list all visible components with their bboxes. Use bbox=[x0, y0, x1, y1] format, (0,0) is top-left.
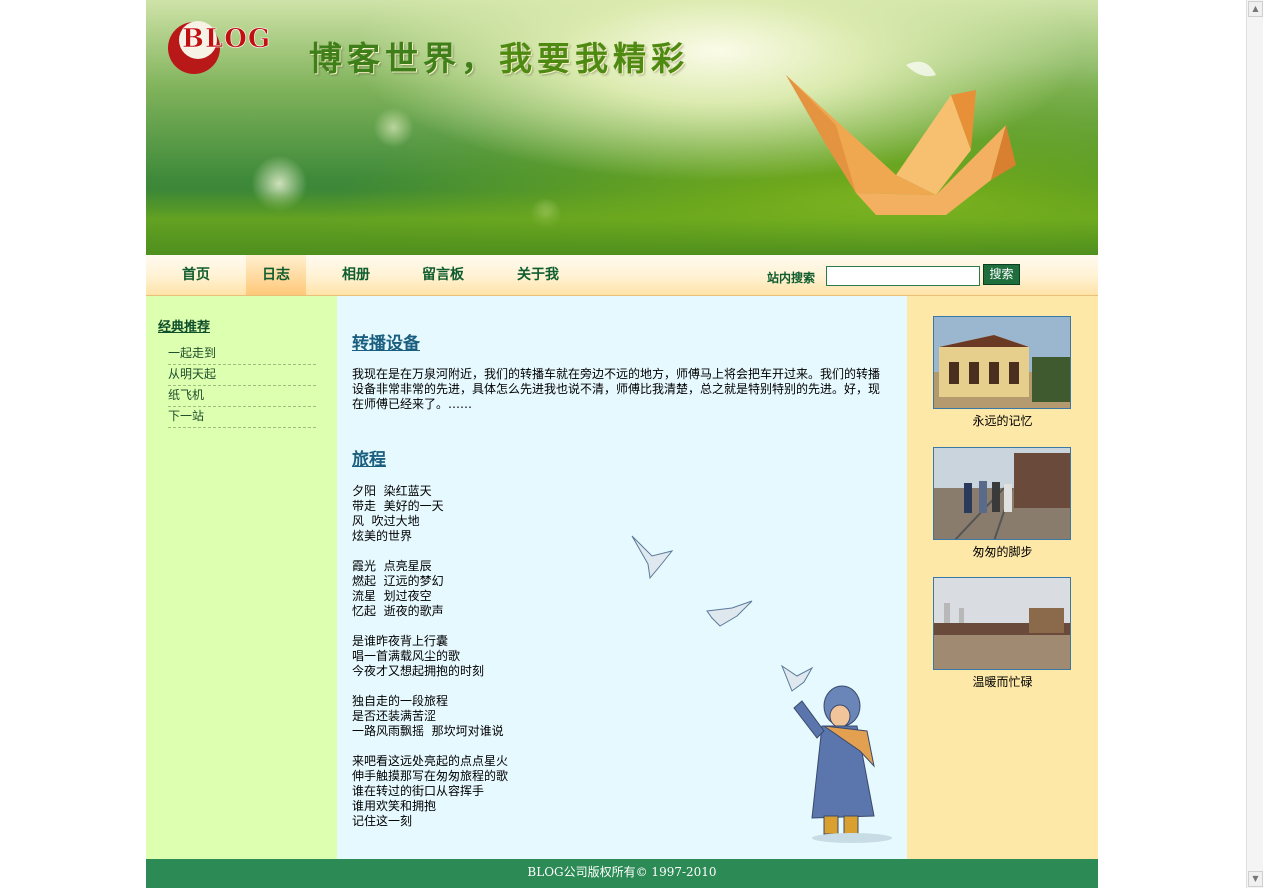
poem-line: 记住这一刻 bbox=[352, 814, 413, 828]
sidebar-heading[interactable]: 经典推荐 bbox=[158, 316, 210, 335]
post-body-broadcast: 我现在是在万泉河附近，我们的转播车就在旁边不远的地方，师傅马上将会把车开过来。我… bbox=[352, 367, 881, 411]
nav-item-about[interactable]: 关于我 bbox=[503, 255, 573, 295]
banner-slogan: 博客世界，我要我精彩 bbox=[309, 32, 689, 80]
poem-line: 谁在转过的街口从容挥手 bbox=[352, 784, 485, 798]
poem-line: 一路风雨飘摇 那坎坷对谁说 bbox=[352, 724, 504, 738]
scroll-down-icon[interactable]: ▼ bbox=[1248, 871, 1263, 887]
poem-body: 夕阳 染红蓝天 带走 美好的一天 风 吹过大地 炫美的世界 霞光 点亮星辰 燃起… bbox=[352, 484, 508, 844]
sidebar-item-tomorrow[interactable]: 从明天起 bbox=[168, 365, 316, 386]
photo-caption-footsteps: 匆匆的脚步 bbox=[972, 545, 1033, 559]
poem-line: 来吧看这远处亮起的点点星火 bbox=[352, 754, 509, 768]
nav-item-diary[interactable]: 日志 bbox=[246, 255, 306, 295]
poem-line: 是谁昨夜背上行囊 bbox=[352, 634, 449, 648]
search-label: 站内搜索 bbox=[767, 271, 816, 285]
building-photo-image bbox=[934, 317, 1070, 408]
vertical-scrollbar[interactable]: ▲ ▼ bbox=[1246, 0, 1263, 888]
poem-line: 炫美的世界 bbox=[352, 529, 413, 543]
poem-line: 燃起 辽远的梦幻 bbox=[352, 574, 444, 588]
poem-line: 流星 划过夜空 bbox=[352, 589, 432, 603]
poem-line: 独自走的一段旅程 bbox=[352, 694, 449, 708]
photo-caption-memory: 永远的记忆 bbox=[972, 414, 1033, 428]
poem-line: 霞光 点亮星辰 bbox=[352, 559, 432, 573]
poem-line: 忆起 逝夜的歌声 bbox=[352, 604, 444, 618]
poem-line: 是否还装满苦涩 bbox=[352, 709, 437, 723]
railway-walkers-photo-image bbox=[934, 448, 1070, 539]
poem-line: 夕阳 染红蓝天 bbox=[352, 484, 432, 498]
poem-stanza: 来吧看这远处亮起的点点星火 伸手触摸那写在匆匆旅程的歌 谁在转过的街口从容挥手 … bbox=[352, 754, 508, 829]
main-navigation: 首页 日志 相册 留言板 关于我 站内搜索 搜索 bbox=[146, 255, 1098, 296]
footer-copyright: BLOG公司版权所有© 1997-2010 bbox=[146, 859, 1098, 888]
photo-station[interactable] bbox=[933, 577, 1071, 670]
post-title-journey[interactable]: 旅程 bbox=[352, 445, 386, 470]
poem-stanza: 独自走的一段旅程 是否还装满苦涩 一路风雨飘摇 那坎坷对谁说 bbox=[352, 694, 508, 739]
child-figure bbox=[793, 685, 892, 843]
poem-stanza: 夕阳 染红蓝天 带走 美好的一天 风 吹过大地 炫美的世界 bbox=[352, 484, 508, 544]
slogan-part-1: 博客世界， bbox=[309, 39, 499, 78]
recommend-list: 一起走到 从明天起 纸飞机 下一站 bbox=[168, 344, 316, 428]
nav-item-home[interactable]: 首页 bbox=[166, 255, 226, 295]
sidebar-item-next-stop[interactable]: 下一站 bbox=[168, 407, 316, 428]
scroll-up-icon[interactable]: ▲ bbox=[1248, 1, 1263, 17]
nav-item-guestbook[interactable]: 留言板 bbox=[408, 255, 478, 295]
child-with-birds-illustration bbox=[631, 535, 892, 843]
poem-line: 谁用欢笑和拥抱 bbox=[352, 799, 437, 813]
bird-icon bbox=[631, 535, 814, 692]
sidebar-item-paper-plane[interactable]: 纸飞机 bbox=[168, 386, 316, 407]
poem-line: 伸手触摸那写在匆匆旅程的歌 bbox=[352, 769, 509, 783]
poem-line: 唱一首满载风尘的歌 bbox=[352, 649, 461, 663]
photo-railway[interactable] bbox=[933, 447, 1071, 540]
sidebar-item-together[interactable]: 一起走到 bbox=[168, 344, 316, 365]
search-button[interactable]: 搜索 bbox=[983, 264, 1020, 285]
poem-line: 带走 美好的一天 bbox=[352, 499, 444, 513]
nav-item-album[interactable]: 相册 bbox=[326, 255, 386, 295]
page-container: BLOG 博客世界，我要我精彩 首页 日志 相册 留言板 关于我 站内搜索 搜索… bbox=[146, 0, 1098, 888]
paper-crane-image bbox=[786, 61, 1016, 215]
search-input[interactable] bbox=[826, 266, 980, 286]
logo-text: BLOG bbox=[182, 24, 271, 54]
header-banner: BLOG 博客世界，我要我精彩 bbox=[146, 0, 1098, 255]
blog-logo: BLOG bbox=[168, 21, 271, 77]
station-platform-photo-image bbox=[934, 578, 1070, 669]
photo-building[interactable] bbox=[933, 316, 1071, 409]
poem-stanza: 是谁昨夜背上行囊 唱一首满载风尘的歌 今夜才又想起拥抱的时刻 bbox=[352, 634, 508, 679]
photo-caption-busy: 温暖而忙碌 bbox=[972, 675, 1033, 689]
post-title-broadcast[interactable]: 转播设备 bbox=[352, 329, 420, 354]
poem-stanza: 霞光 点亮星辰 燃起 辽远的梦幻 流星 划过夜空 忆起 逝夜的歌声 bbox=[352, 559, 508, 619]
right-sidebar: 永远的记忆 匆匆的脚步 温暖而忙碌 bbox=[907, 296, 1098, 859]
main-content: 转播设备 我现在是在万泉河附近，我们的转播车就在旁边不远的地方，师傅马上将会把车… bbox=[337, 296, 907, 859]
slogan-part-2: 我要我精彩 bbox=[499, 39, 689, 78]
poem-line: 今夜才又想起拥抱的时刻 bbox=[352, 664, 485, 678]
poem-line: 风 吹过大地 bbox=[352, 514, 420, 528]
left-sidebar: 经典推荐 一起走到 从明天起 纸飞机 下一站 bbox=[146, 296, 337, 859]
